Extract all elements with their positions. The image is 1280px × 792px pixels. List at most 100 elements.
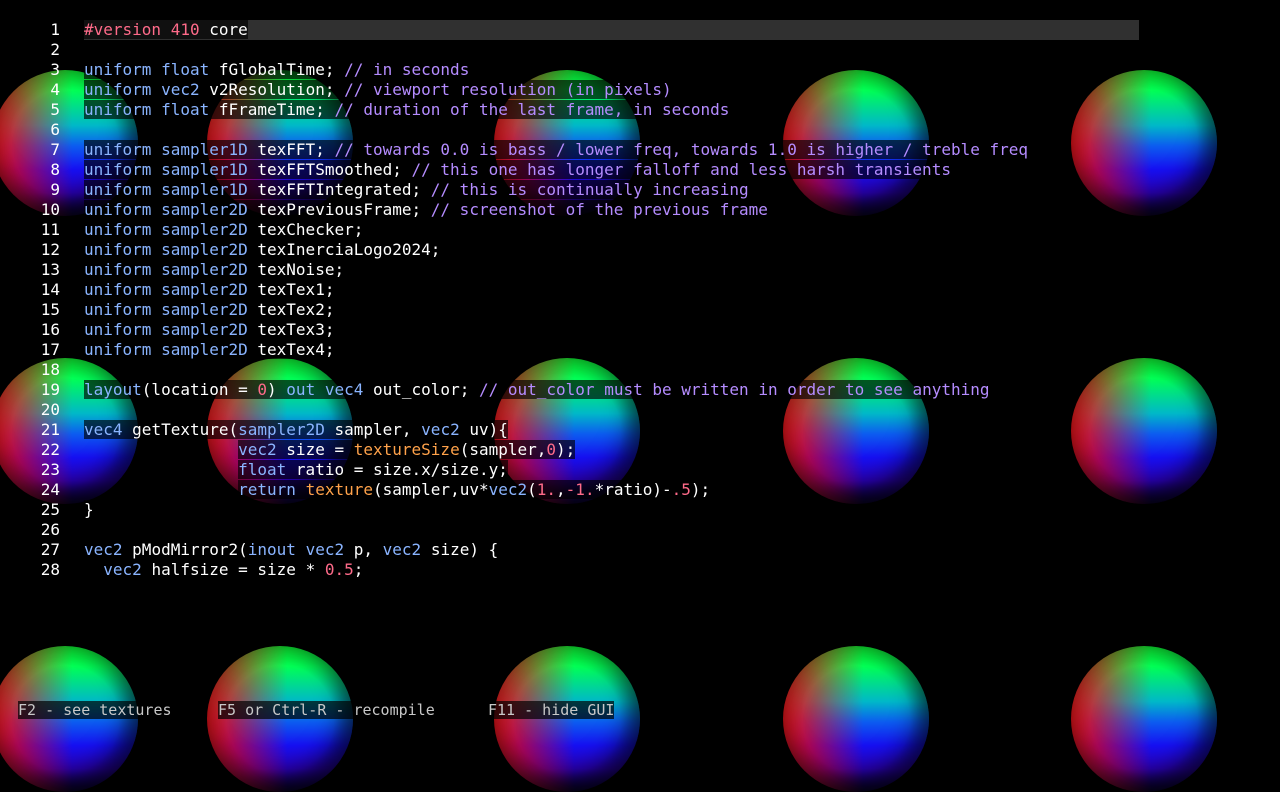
line-number: 14: [40, 280, 60, 299]
line-number: 24: [40, 480, 60, 499]
code-token: sampler2D: [161, 320, 258, 339]
line-number: 27: [40, 540, 60, 559]
code-token: vec2: [421, 420, 470, 439]
code-token: // duration of the last frame, in second…: [334, 100, 730, 119]
code-token: uniform: [84, 80, 162, 99]
line-number: 1: [50, 20, 60, 39]
line-number: 26: [40, 520, 60, 539]
code-text[interactable]: vec2 size = textureSize(sampler,0);: [84, 440, 576, 460]
status-textures-hint: F2 - see textures: [18, 701, 172, 719]
code-token: getTexture(: [132, 420, 239, 439]
code-token: (: [527, 480, 537, 499]
line-number: 5: [50, 100, 60, 119]
code-text[interactable]: uniform sampler2D texTex2;: [84, 300, 335, 320]
line-number: 28: [40, 560, 60, 579]
code-text[interactable]: uniform sampler1D texFFTSmoothed; // thi…: [84, 160, 951, 180]
code-text[interactable]: uniform sampler2D texTex4;: [84, 340, 335, 360]
code-token: vec2: [238, 440, 287, 459]
code-token: uniform: [84, 60, 162, 79]
code-text[interactable]: uniform sampler1D texFFTIntegrated; // t…: [84, 180, 749, 200]
code-token: texTex4;: [257, 340, 335, 359]
code-token: sampler1D: [161, 160, 258, 179]
code-text[interactable]: float ratio = size.x/size.y;: [84, 460, 508, 480]
code-token: size) {: [430, 540, 499, 559]
code-token: 410: [170, 20, 200, 39]
code-token: texture: [305, 480, 373, 499]
code-text[interactable]: uniform sampler2D texTex1;: [84, 280, 335, 300]
code-text[interactable]: #version 410 core: [84, 20, 248, 40]
code-token: uniform: [84, 320, 162, 339]
code-token: p,: [353, 540, 383, 559]
code-text[interactable]: return texture(sampler,uv*vec2(1.,-1.*ra…: [84, 480, 711, 500]
line-number: 6: [50, 120, 60, 139]
line-number: 9: [50, 180, 60, 199]
code-text[interactable]: uniform sampler2D texPreviousFrame; // s…: [84, 200, 768, 220]
code-token: 0: [257, 380, 268, 399]
code-token: sampler2D: [238, 420, 335, 439]
code-text[interactable]: uniform sampler1D texFFT; // towards 0.0…: [84, 140, 1029, 160]
code-token: texInerciaLogo2024;: [257, 240, 441, 259]
code-token: layout: [84, 380, 142, 399]
code-token: vec2: [488, 480, 528, 499]
code-token: // screenshot of the previous frame: [430, 200, 768, 219]
status-bar: F2 - see textures F5 or Ctrl-R - recompi…: [0, 700, 1280, 720]
line-number: 11: [40, 220, 60, 239]
code-token: return: [238, 480, 306, 499]
line-number: 2: [50, 40, 60, 59]
code-token: fGlobalTime;: [218, 60, 345, 79]
code-text[interactable]: vec2 halfsize = size * 0.5;: [84, 560, 364, 580]
code-token: uniform: [84, 160, 162, 179]
code-text[interactable]: uniform sampler2D texNoise;: [84, 260, 345, 280]
code-token: sampler2D: [161, 220, 258, 239]
line-number: 16: [40, 320, 60, 339]
line-number: 22: [40, 440, 60, 459]
code-text[interactable]: uniform float fFrameTime; // duration of…: [84, 100, 730, 120]
code-token: 0.5: [324, 560, 354, 579]
code-text[interactable]: uniform vec2 v2Resolution; // viewport r…: [84, 80, 672, 100]
code-text[interactable]: uniform sampler2D texChecker;: [84, 220, 364, 240]
code-token: sampler2D: [161, 280, 258, 299]
code-text[interactable]: vec4 getTexture(sampler2D sampler, vec2 …: [84, 420, 508, 440]
code-token: float: [161, 100, 219, 119]
line-number: 15: [40, 300, 60, 319]
code-token: // viewport resolution (in pixels): [344, 80, 672, 99]
code-token: core: [199, 20, 248, 39]
code-token: size =: [286, 440, 354, 459]
code-token: out_color;: [373, 380, 479, 399]
line-number: 20: [40, 400, 60, 419]
code-token: (sampler,uv*: [373, 480, 489, 499]
code-text[interactable]: layout(location = 0) out vec4 out_color;…: [84, 380, 990, 400]
code-text[interactable]: }: [84, 500, 94, 520]
code-token: texNoise;: [257, 260, 345, 279]
code-token: // in seconds: [344, 60, 470, 79]
code-token: float: [238, 460, 296, 479]
status-hide-gui-hint: F11 - hide GUI: [488, 701, 615, 719]
line-number: 7: [50, 140, 60, 159]
code-token: ,: [556, 480, 566, 499]
code-token: vec2: [103, 560, 152, 579]
code-token: #version: [84, 20, 171, 39]
line-number: 13: [40, 260, 60, 279]
code-token: uniform: [84, 260, 162, 279]
code-token: uniform: [84, 180, 162, 199]
code-token: );: [556, 440, 576, 459]
code-text[interactable]: uniform float fGlobalTime; // in seconds: [84, 60, 470, 80]
code-token: *ratio)-: [594, 480, 672, 499]
code-token: // towards 0.0 is bass / lower freq, tow…: [334, 140, 1029, 159]
code-token: sampler,: [334, 420, 422, 439]
code-token: ;: [353, 560, 364, 579]
code-token: uniform: [84, 200, 162, 219]
code-text[interactable]: uniform sampler2D texTex3;: [84, 320, 335, 340]
status-recompile-hint: F5 or Ctrl-R - recompile: [218, 701, 435, 719]
code-token: texFFTIntegrated;: [257, 180, 431, 199]
code-token: texTex2;: [257, 300, 335, 319]
code-token: sampler1D: [161, 140, 258, 159]
code-token: 1.: [536, 480, 557, 499]
code-token: uv){: [469, 420, 508, 439]
code-text[interactable]: vec2 pModMirror2(inout vec2 p, vec2 size…: [84, 540, 499, 560]
code-text[interactable]: uniform sampler2D texInerciaLogo2024;: [84, 240, 441, 260]
code-token: uniform: [84, 340, 162, 359]
code-token: uniform: [84, 300, 162, 319]
